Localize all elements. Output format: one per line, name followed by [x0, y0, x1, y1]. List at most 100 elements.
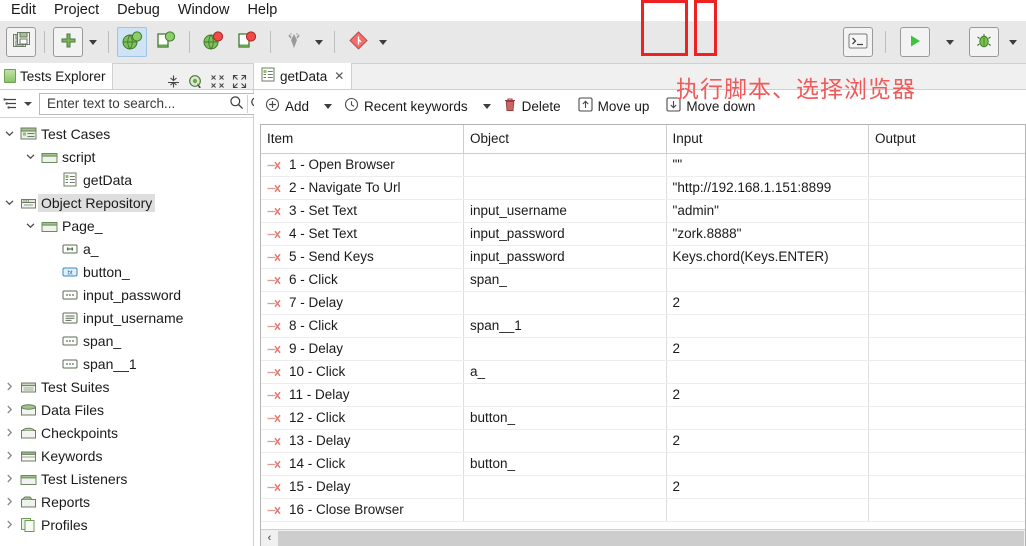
cell-object[interactable]: a_ [463, 360, 667, 384]
save-all-button[interactable] [6, 27, 36, 57]
tree-item-reports[interactable]: Reports [0, 490, 253, 513]
new-item-button[interactable] [53, 27, 83, 57]
menu-item-help[interactable]: Help [238, 0, 286, 21]
cell-output[interactable] [868, 176, 1025, 200]
cell-output[interactable] [868, 222, 1025, 246]
recent-keywords-button[interactable]: Recent keywords [341, 95, 474, 117]
menu-item-edit[interactable]: Edit [2, 0, 45, 21]
table-row[interactable]: 9 - Delay 2 [261, 337, 1025, 361]
tree-twisty[interactable] [0, 474, 18, 483]
table-row[interactable]: 16 - Close Browser [261, 498, 1025, 522]
cell-input[interactable] [666, 314, 870, 338]
record-mobile-button[interactable] [151, 27, 181, 57]
cell-object[interactable] [463, 337, 667, 361]
filter-icon[interactable] [3, 96, 20, 112]
tree-item-test-listeners[interactable]: Test Listeners [0, 467, 253, 490]
cell-output[interactable] [868, 498, 1025, 522]
spy-web-button[interactable] [198, 27, 228, 57]
table-row[interactable]: 11 - Delay 2 [261, 383, 1025, 407]
filter-dropdown-caret[interactable] [24, 101, 32, 106]
add-button[interactable]: Add [262, 95, 315, 117]
column-header-object[interactable]: Object [463, 125, 667, 154]
tree-item-span[interactable]: span_ [0, 329, 253, 352]
close-icon[interactable]: ✕ [334, 69, 344, 83]
cell-object[interactable] [463, 176, 667, 200]
cell-input[interactable]: "zork.8888" [666, 222, 870, 246]
console-button[interactable] [843, 27, 873, 57]
maximize-icon[interactable] [232, 74, 247, 89]
tree-twisty[interactable] [0, 382, 18, 391]
run-button[interactable] [900, 27, 930, 57]
run-dropdown-caret[interactable] [942, 28, 957, 56]
tree-item-input-username[interactable]: input_username [0, 306, 253, 329]
cell-object[interactable] [463, 498, 667, 522]
move-down-button[interactable]: Move down [663, 95, 761, 117]
cell-object[interactable]: button_ [463, 452, 667, 476]
cell-object[interactable]: span_ [463, 268, 667, 292]
link-with-editor-icon[interactable] [188, 74, 203, 89]
cell-item[interactable]: 9 - Delay [261, 337, 465, 361]
cell-input[interactable] [666, 406, 870, 430]
column-header-input[interactable]: Input [666, 125, 870, 154]
scrollbar-thumb[interactable] [278, 530, 1024, 546]
tree-item-object-repository[interactable]: Object Repository [0, 191, 253, 214]
search-input[interactable] [45, 95, 226, 112]
tree-item-getdata[interactable]: getData [0, 168, 253, 191]
tree-item-a[interactable]: a_ [0, 237, 253, 260]
cell-item[interactable]: 1 - Open Browser [261, 153, 465, 177]
cell-input[interactable]: 2 [666, 429, 870, 453]
tree-twisty[interactable] [0, 451, 18, 460]
cell-object[interactable] [463, 383, 667, 407]
cell-input[interactable] [666, 360, 870, 384]
tree-twisty[interactable] [21, 152, 39, 161]
cell-output[interactable] [868, 268, 1025, 292]
cell-output[interactable] [868, 153, 1025, 177]
table-row[interactable]: 12 - Click button_ [261, 406, 1025, 430]
tree-item-keywords[interactable]: Keywords [0, 444, 253, 467]
tree-item-button[interactable]: bt button_ [0, 260, 253, 283]
cell-item[interactable]: 16 - Close Browser [261, 498, 465, 522]
store-dropdown-caret[interactable] [311, 28, 326, 56]
cell-object[interactable] [463, 291, 667, 315]
cell-item[interactable]: 7 - Delay [261, 291, 465, 315]
cell-input[interactable]: "" [666, 153, 870, 177]
cell-input[interactable]: 2 [666, 337, 870, 361]
tree-item-checkpoints[interactable]: Checkpoints [0, 421, 253, 444]
cell-output[interactable] [868, 199, 1025, 223]
tree-item-page[interactable]: Page_ [0, 214, 253, 237]
table-row[interactable]: 2 - Navigate To Url "http://192.168.1.151… [261, 176, 1025, 200]
cell-output[interactable] [868, 360, 1025, 384]
tree-twisty[interactable] [0, 405, 18, 414]
debug-dropdown-caret[interactable] [1005, 28, 1020, 56]
debug-button[interactable] [969, 27, 999, 57]
cell-output[interactable] [868, 429, 1025, 453]
spy-mobile-button[interactable] [232, 27, 262, 57]
cell-object[interactable]: span__1 [463, 314, 667, 338]
tree-twisty[interactable] [0, 428, 18, 437]
table-row[interactable]: 8 - Click span__1 [261, 314, 1025, 338]
cell-item[interactable]: 10 - Click [261, 360, 465, 384]
tree-item-data-files[interactable]: Data Files [0, 398, 253, 421]
table-row[interactable]: 5 - Send Keys input_password Keys.chord(Ke… [261, 245, 1025, 269]
cell-output[interactable] [868, 291, 1025, 315]
table-row[interactable]: 6 - Click span_ [261, 268, 1025, 292]
cell-output[interactable] [868, 475, 1025, 499]
cell-object[interactable]: input_password [463, 222, 667, 246]
cell-output[interactable] [868, 245, 1025, 269]
cell-output[interactable] [868, 314, 1025, 338]
cell-object[interactable] [463, 153, 667, 177]
menu-item-debug[interactable]: Debug [108, 0, 169, 21]
menu-item-project[interactable]: Project [45, 0, 108, 21]
cell-object[interactable] [463, 475, 667, 499]
cell-input[interactable] [666, 268, 870, 292]
tree-twisty[interactable] [21, 221, 39, 230]
cell-input[interactable]: "admin" [666, 199, 870, 223]
cell-input[interactable]: 2 [666, 383, 870, 407]
move-up-button[interactable]: Move up [575, 95, 656, 117]
table-row[interactable]: 10 - Click a_ [261, 360, 1025, 384]
cell-item[interactable]: 5 - Send Keys [261, 245, 465, 269]
menu-item-window[interactable]: Window [169, 0, 239, 21]
recent-keywords-dropdown-caret[interactable] [476, 103, 498, 109]
scroll-left-arrow[interactable]: ‹ [261, 530, 278, 546]
column-header-item[interactable]: Item [261, 125, 465, 154]
